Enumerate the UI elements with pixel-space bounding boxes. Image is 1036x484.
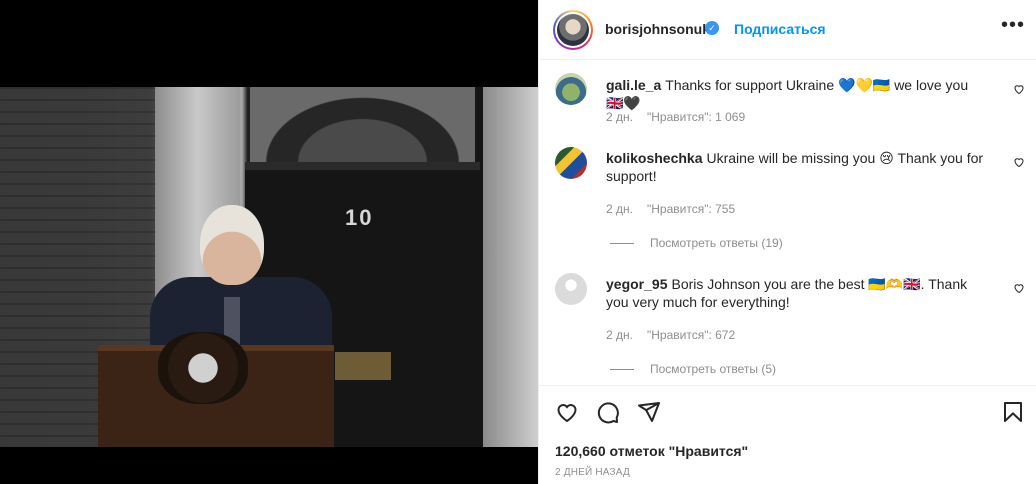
verified-badge-icon: ✓: [705, 21, 719, 35]
post-like-count[interactable]: 120,660 отметок "Нравится": [555, 443, 748, 459]
replies-divider: [610, 243, 634, 245]
photo-speaker-head: [200, 205, 264, 285]
comment-avatar[interactable]: [555, 73, 587, 105]
comment-body: gali.le_a Thanks for support Ukraine 💙💛🇺🇦…: [606, 76, 986, 112]
author-username[interactable]: borisjohnsonuk: [605, 21, 710, 37]
more-options-icon[interactable]: •••: [1001, 14, 1025, 37]
post-actions-bar: 120,660 отметок "Нравится" 2 ДНЕЙ НАЗАД: [539, 385, 1036, 484]
comment-item: kolikoshechka Ukraine will be missing you…: [555, 147, 1025, 252]
post-header: borisjohnsonuk ✓ Подписаться •••: [539, 0, 1036, 60]
comment-meta: 2 дн. "Нравится": 755: [606, 202, 749, 216]
comment-username[interactable]: gali.le_a: [606, 77, 661, 93]
bookmark-icon[interactable]: [1001, 400, 1025, 424]
heart-small-icon[interactable]: [1013, 156, 1025, 168]
post-side-panel: borisjohnsonuk ✓ Подписаться ••• gali.le…: [538, 0, 1036, 484]
comment-meta: 2 дн. "Нравится": 1 069: [606, 110, 759, 124]
comment-body: yegor_95 Boris Johnson you are the best 🇺…: [606, 275, 986, 311]
replies-divider: [610, 369, 634, 371]
comment-age: 2 дн.: [606, 110, 633, 124]
avatar-image: [557, 14, 589, 46]
comment-avatar[interactable]: [555, 147, 587, 179]
comment-meta: 2 дн. "Нравится": 672: [606, 328, 749, 342]
post-photo[interactable]: 10: [0, 87, 538, 447]
comment-icon[interactable]: [596, 400, 620, 424]
view-replies-button[interactable]: Посмотреть ответы (5): [610, 362, 776, 376]
heart-small-icon[interactable]: [1013, 83, 1025, 95]
comment-username[interactable]: yegor_95: [606, 276, 667, 292]
comment-likes[interactable]: "Нравится": 672: [647, 328, 735, 342]
comment-avatar[interactable]: [555, 273, 587, 305]
comment-body: kolikoshechka Ukraine will be missing you…: [606, 149, 986, 185]
comment-item: yegor_95 Boris Johnson you are the best 🇺…: [555, 273, 1025, 378]
view-replies-label[interactable]: Посмотреть ответы (5): [650, 362, 776, 376]
comment-likes[interactable]: "Нравится": 1 069: [647, 110, 745, 124]
comment-age: 2 дн.: [606, 202, 633, 216]
share-icon[interactable]: [637, 400, 661, 424]
view-replies-label[interactable]: Посмотреть ответы (19): [650, 236, 783, 250]
subscribe-button[interactable]: Подписаться: [734, 21, 826, 37]
photo-podium-crest: [158, 332, 248, 404]
comment-age: 2 дн.: [606, 328, 633, 342]
photo-door-number: 10: [345, 205, 374, 230]
comment-username[interactable]: kolikoshechka: [606, 150, 703, 166]
post-media: 10: [0, 0, 538, 484]
photo-right-pillar: [483, 87, 538, 447]
comment-likes[interactable]: "Нравится": 755: [647, 202, 735, 216]
view-replies-button[interactable]: Посмотреть ответы (19): [610, 236, 783, 250]
photo-letterbox: [335, 352, 391, 380]
post-timestamp[interactable]: 2 ДНЕЙ НАЗАД: [555, 467, 630, 478]
heart-icon[interactable]: [555, 400, 579, 424]
comment-item: gali.le_a Thanks for support Ukraine 💙💛🇺🇦…: [555, 73, 1025, 133]
author-avatar[interactable]: [553, 10, 593, 50]
photo-fanlight: [250, 87, 475, 162]
heart-small-icon[interactable]: [1013, 282, 1025, 294]
